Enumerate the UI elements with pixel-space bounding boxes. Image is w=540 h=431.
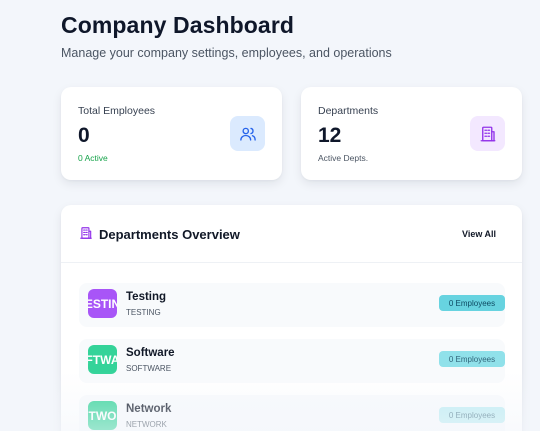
stat-label: Total Employees (78, 105, 156, 117)
total-employees-card: Total Employees 0 0 Active (61, 87, 282, 180)
employee-count-badge: 0 Employees (439, 351, 505, 367)
department-name: Network (126, 403, 172, 415)
dashboard-page: Company Dashboard Manage your company se… (0, 0, 540, 431)
department-avatar: ESTIN (88, 289, 117, 318)
stat-value: 12 (318, 124, 342, 147)
building-icon (79, 226, 93, 245)
stat-subtext: 0 Active (78, 153, 108, 163)
department-avatar: TWO (88, 401, 117, 430)
employee-count-badge: 0 Employees (439, 295, 505, 311)
department-name: Software (126, 347, 175, 359)
department-code: NETWORK (126, 420, 167, 429)
department-row[interactable]: ESTIN Testing TESTING 0 Employees (79, 283, 505, 327)
building-icon (470, 116, 505, 151)
overview-title: Departments Overview (99, 227, 240, 242)
employee-count-badge: 0 Employees (439, 407, 505, 423)
department-avatar: FTWA (88, 345, 117, 374)
stat-value: 0 (78, 124, 90, 147)
view-all-link[interactable]: View All (462, 229, 496, 239)
department-row[interactable]: TWO Network NETWORK 0 Employees (79, 395, 505, 431)
department-row[interactable]: FTWA Software SOFTWARE 0 Employees (79, 339, 505, 383)
stat-subtext: Active Depts. (318, 153, 369, 163)
department-code: TESTING (126, 308, 161, 317)
stat-label: Departments (318, 105, 379, 117)
department-name: Testing (126, 291, 167, 303)
page-subtitle: Manage your company settings, employees,… (61, 46, 392, 60)
page-title: Company Dashboard (61, 12, 295, 38)
departments-overview-panel: Departments Overview View All ESTIN Test… (61, 205, 522, 431)
overview-header: Departments Overview View All (61, 205, 522, 263)
department-code: SOFTWARE (126, 364, 172, 373)
departments-card: Departments 12 Active Depts. (301, 87, 522, 180)
users-icon (230, 116, 265, 151)
